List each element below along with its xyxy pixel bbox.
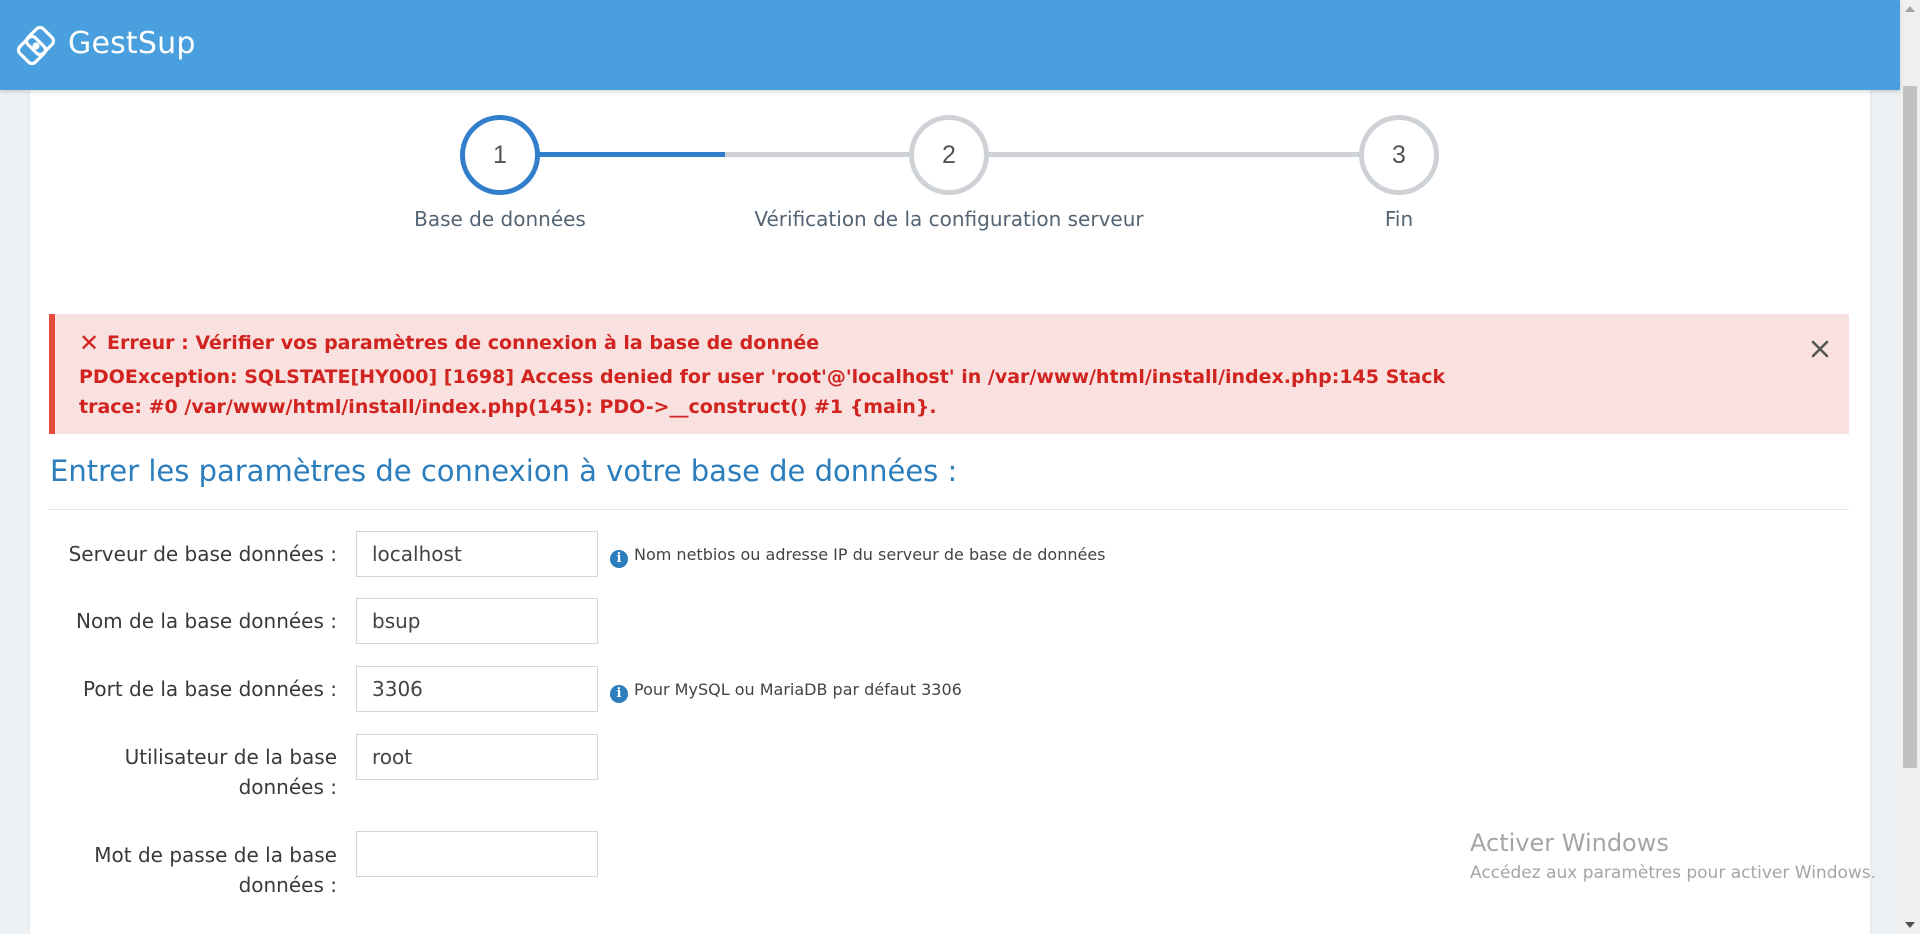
error-alert: ✕ Erreur : Vérifier vos paramètres de co…	[49, 314, 1849, 434]
app-title[interactable]: GestSup	[68, 26, 196, 61]
step-3-circle: 3	[1359, 115, 1439, 195]
step-1-circle: 1	[460, 115, 540, 195]
app-header: GestSup	[0, 0, 1900, 90]
alert-title: Erreur : Vérifier vos paramètres de conn…	[107, 332, 820, 354]
db-user-input[interactable]	[356, 734, 598, 780]
label-db-port: Port de la base données :	[83, 677, 337, 701]
scroll-thumb[interactable]	[1903, 86, 1917, 768]
db-password-input[interactable]	[356, 831, 598, 877]
close-icon[interactable]	[1807, 336, 1833, 362]
info-icon: i	[610, 550, 628, 568]
hint-db-server: i Nom netbios ou adresse IP du serveur de…	[610, 545, 1106, 568]
windows-activation-subtitle: Accédez aux paramètres pour activer Wind…	[1470, 863, 1877, 883]
info-icon: i	[610, 685, 628, 703]
label-db-user: Utilisateur de la base données :	[124, 745, 337, 799]
scroll-up-icon[interactable]	[1905, 6, 1915, 12]
step-2-circle: 2	[909, 115, 989, 195]
scroll-down-icon[interactable]	[1905, 922, 1915, 928]
label-db-password: Mot de passe de la base données :	[94, 843, 337, 897]
alert-message: PDOException: SQLSTATE[HY000] [1698] Acc…	[79, 366, 1446, 418]
db-name-input[interactable]	[356, 598, 598, 644]
hint-db-port: i Pour MySQL ou MariaDB par défaut 3306	[610, 680, 962, 703]
section-title: Entrer les paramètres de connexion à vot…	[50, 454, 958, 488]
divider	[49, 509, 1849, 510]
gestsup-logo-icon[interactable]	[16, 24, 60, 68]
label-db-server: Serveur de base données :	[68, 542, 337, 566]
step-3-label: Fin	[1384, 207, 1414, 231]
windows-activation-title: Activer Windows	[1470, 829, 1669, 857]
error-x-icon: ✕	[79, 329, 100, 357]
label-db-name: Nom de la base données :	[75, 609, 337, 633]
step-progress-line-active	[538, 152, 725, 157]
step-1-label: Base de données	[414, 207, 586, 231]
db-server-input[interactable]	[356, 531, 598, 577]
hint-db-port-text: Pour MySQL ou MariaDB par défaut 3306	[634, 680, 962, 699]
hint-db-server-text: Nom netbios ou adresse IP du serveur de …	[634, 545, 1106, 564]
db-port-input[interactable]	[356, 666, 598, 712]
step-progress-line	[725, 152, 913, 157]
step-progress-line	[987, 152, 1360, 157]
step-2-label: Vérification de la configuration serveur	[754, 207, 1144, 231]
page-scrollbar[interactable]	[1900, 0, 1920, 934]
